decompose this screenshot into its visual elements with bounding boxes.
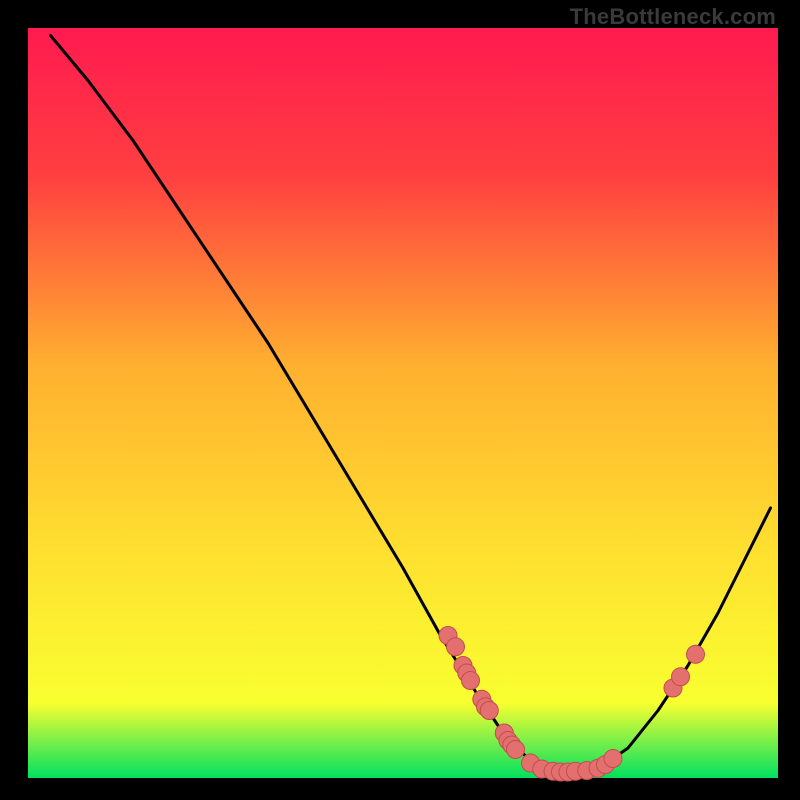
chart-container: TheBottleneck.com <box>0 0 800 800</box>
data-marker <box>687 645 705 663</box>
watermark-text: TheBottleneck.com <box>570 4 776 30</box>
data-marker <box>507 741 525 759</box>
data-marker <box>462 672 480 690</box>
data-marker <box>447 638 465 656</box>
data-marker <box>604 750 622 768</box>
plot-background <box>28 28 778 778</box>
data-marker <box>672 668 690 686</box>
data-marker <box>480 702 498 720</box>
chart-svg <box>0 0 800 800</box>
